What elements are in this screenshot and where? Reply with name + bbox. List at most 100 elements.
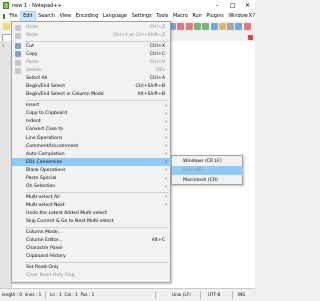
menu-item-shortcut: Alt+C [151, 237, 165, 243]
doc-map-icon[interactable] [218, 23, 226, 30]
submenu-arrow-icon: › [165, 202, 167, 209]
menu-item-blank-operations[interactable]: Blank Operations › [12, 166, 171, 174]
tab-close-icon[interactable] [248, 35, 253, 40]
menu-window[interactable]: Window [226, 11, 250, 21]
redo-icon [15, 32, 21, 39]
menu-run[interactable]: Run [190, 11, 204, 21]
play-macro-icon[interactable] [193, 23, 201, 30]
menu-file[interactable]: File [7, 11, 20, 21]
app-menu-icon[interactable] [3, 13, 5, 19]
submenu-arrow-icon: › [165, 135, 167, 141]
menu-item-comment-uncomment[interactable]: Comment/Uncomment › [12, 142, 171, 150]
menu-item-shortcut: Ctrl+C [149, 51, 165, 57]
submenu-arrow-icon: › [165, 102, 167, 109]
menu-item-label: EOL Conversion [26, 159, 63, 165]
menu-item-label: Insert [26, 103, 40, 109]
submenu-arrow-icon: › [165, 167, 167, 174]
menu-bar: File Edit Search View Encoding Language Settin… [0, 10, 255, 22]
menu-item-clipboard-history[interactable]: Clipboard History [12, 253, 171, 261]
menu-encoding[interactable]: Encoding [73, 11, 100, 21]
menu-item-begin-end-select[interactable]: Begin/End Select Ctrl+Shift+B [12, 83, 171, 91]
function-list-icon[interactable] [227, 23, 235, 30]
menu-item-convert-case-to[interactable]: Convert Case to › [12, 126, 171, 134]
menu-item-eol-conversion[interactable]: EOL Conversion › [12, 158, 171, 167]
delete-icon [15, 67, 21, 74]
eol-option-unix-lf[interactable]: Unix (LF) [172, 166, 243, 176]
menu-item-auto-completion[interactable]: Auto-Completion › [12, 150, 171, 158]
edit-menu-dropdown: Undo Ctrl+Z Redo Ctrl+Y or Ctrl+Shift+Z Cut C… [11, 21, 171, 283]
paste-icon [15, 59, 21, 66]
menu-item-label: Comment/Uncomment [26, 143, 79, 149]
menu-item-label: Multi-select Next [26, 202, 65, 208]
monitoring-icon[interactable] [243, 23, 251, 30]
menu-item-paste-special[interactable]: Paste Special › [12, 175, 171, 183]
menu-item-label: On Selection [26, 184, 56, 190]
menu-item-indent[interactable]: Indent › [12, 118, 171, 126]
menu-item-label: Character Panel [26, 246, 63, 251]
menu-item-label: Undo [26, 25, 39, 30]
menu-item-label: Column Mode... [26, 229, 62, 235]
menu-item-redo[interactable]: Redo Ctrl+Y or Ctrl+Shift+Z [12, 32, 171, 40]
menu-item-undo[interactable]: Undo Ctrl+Z [12, 24, 171, 32]
close-document-button[interactable]: X [249, 11, 252, 21]
menu-edit[interactable]: Edit [19, 10, 36, 22]
line-number: 1 [2, 43, 5, 48]
menu-search[interactable]: Search [36, 11, 57, 21]
menu-item-skip-current-go-to-next-multi-select[interactable]: Skip Current & Go to Next Multi-select [12, 218, 171, 226]
cut-icon [15, 43, 21, 50]
copy-icon [15, 51, 21, 58]
menu-view[interactable]: View [57, 11, 73, 21]
eol-option-macintosh-cr[interactable]: Macintosh (CR) [172, 176, 243, 185]
title-bar: new 1 - Notepad++ – □ ✕ [0, 0, 255, 11]
record-macro-icon[interactable] [177, 23, 185, 30]
eol-option-label: Macintosh (CR) [183, 177, 218, 183]
menu-item-clear-read-only-flag[interactable]: Clear Read-Only Flag [12, 271, 171, 279]
submenu-arrow-icon: › [165, 151, 167, 158]
menu-item-shortcut: Ctrl+Z [149, 25, 165, 30]
new-file-icon[interactable] [3, 23, 10, 30]
menu-item-shortcut: Ctrl+A [149, 76, 165, 82]
status-length-lines: length : 0 lines : 1 [2, 292, 42, 297]
menu-item-copy[interactable]: Copy Ctrl+C [12, 50, 171, 58]
eol-option-windows-cr-lf[interactable]: Windows (CR LF) [172, 157, 243, 166]
window-controls: – □ ✕ [210, 0, 255, 11]
stop-macro-icon[interactable] [185, 23, 193, 30]
menu-item-insert[interactable]: Insert › [12, 102, 171, 110]
menu-macro[interactable]: Macro [171, 11, 190, 21]
menu-item-label: Undo the Latest Added Multi-select [26, 211, 107, 216]
menu-item-label: Auto-Completion [26, 151, 65, 157]
menu-item-set-read-only[interactable]: Set Read-Only [12, 263, 171, 271]
status-insert-mode: INS [238, 292, 246, 297]
menu-item-column-editor[interactable]: Column Editor... Alt+C [12, 236, 171, 244]
menu-item-on-selection[interactable]: On Selection › [12, 183, 171, 191]
menu-item-line-operations[interactable]: Line Operations › [12, 134, 171, 142]
menu-item-label: Blank Operations [26, 167, 66, 173]
menu-tools[interactable]: Tools [154, 11, 171, 21]
menu-item-multi-select-next[interactable]: Multi-select Next › [12, 201, 171, 209]
menu-item-shortcut: Ctrl+X [149, 43, 165, 49]
menu-item-begin-end-select-in-column-mode[interactable]: Begin/End Select in Column Mode Alt+Shift… [12, 91, 171, 99]
minimize-icon[interactable]: – [210, 0, 225, 11]
menu-item-select-all[interactable]: Select All Ctrl+A [12, 75, 171, 83]
menu-item-multi-select-all[interactable]: Multi-select All › [12, 193, 171, 201]
menu-item-paste[interactable]: Paste Ctrl+V [12, 59, 171, 67]
menu-item-delete[interactable]: Delete DEL [12, 67, 171, 75]
menu-item-label: Copy to Clipboard [26, 111, 68, 117]
menu-item-cut[interactable]: Cut Ctrl+X [12, 42, 171, 50]
submenu-arrow-icon: › [165, 194, 167, 201]
menu-language[interactable]: Language [101, 11, 130, 21]
menu-item-character-panel[interactable]: Character Panel [12, 245, 171, 253]
close-icon[interactable]: ✕ [240, 0, 255, 11]
folder-as-workspace-icon[interactable] [235, 23, 243, 30]
save-macro-icon[interactable] [210, 23, 218, 30]
submenu-arrow-icon: › [165, 175, 167, 182]
menu-settings[interactable]: Settings [129, 11, 154, 21]
menu-item-undo-the-latest-added-multi-select[interactable]: Undo the Latest Added Multi-select [12, 210, 171, 218]
run-macro-multiple-icon[interactable] [202, 23, 210, 30]
eol-conversion-submenu: Windows (CR LF) Unix (LF) Macintosh (CR) [171, 155, 243, 185]
menu-item-column-mode[interactable]: Column Mode... [12, 228, 171, 236]
menu-item-copy-to-clipboard[interactable]: Copy to Clipboard › [12, 110, 171, 118]
menu-item-label: Line Operations [26, 135, 63, 141]
maximize-icon[interactable]: □ [225, 0, 240, 11]
menu-plugins[interactable]: Plugins [204, 11, 226, 21]
